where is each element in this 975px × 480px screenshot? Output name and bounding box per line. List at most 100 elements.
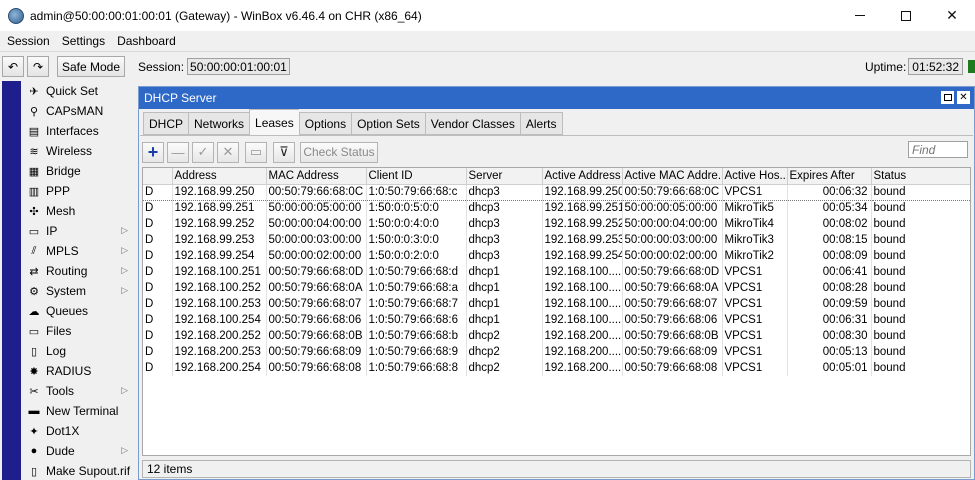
table-row[interactable]: D 192.168.100.251 00:50:79:66:68:0D 1:0:50:… (143, 264, 970, 280)
table-cell: D (143, 344, 173, 360)
sidebar-item-quick-set[interactable]: ✈ Quick Set (22, 81, 136, 101)
sidebar-item-queues[interactable]: ☁ Queues (22, 301, 136, 321)
sidebar-item-files[interactable]: ▭ Files (22, 321, 136, 341)
queues-icon: ☁ (28, 305, 40, 318)
table-row[interactable]: D 192.168.99.254 50:00:00:02:00:00 1:50:0:0… (143, 248, 970, 264)
table-cell: 00:05:13 (787, 344, 872, 360)
remove-lease-button[interactable]: — (167, 141, 189, 163)
disable-lease-button[interactable]: ✕ (217, 141, 239, 163)
column-header[interactable]: MAC Address (266, 168, 367, 185)
filter-button[interactable]: ⊽ (273, 141, 295, 163)
comment-button[interactable]: ▭ (245, 141, 267, 163)
table-cell: dhcp3 (466, 232, 543, 248)
tab-options[interactable]: Options (298, 112, 352, 135)
enable-lease-button[interactable]: ✓ (192, 141, 214, 163)
column-header[interactable]: Server (466, 168, 543, 185)
menu-session[interactable]: Session (0, 34, 56, 48)
sidebar-item-bridge[interactable]: ▦ Bridge (22, 161, 136, 181)
submenu-arrow-icon: ▷ (121, 385, 128, 395)
column-header[interactable] (143, 168, 173, 185)
safe-mode-button[interactable]: Safe Mode (57, 56, 125, 77)
table-row[interactable]: D 192.168.100.254 00:50:79:66:68:06 1:0:50:… (143, 312, 970, 328)
menu-dashboard[interactable]: Dashboard (111, 34, 182, 48)
tab-networks[interactable]: Networks (188, 112, 250, 135)
sidebar-item-system[interactable]: ⚙ System ▷ (22, 281, 136, 301)
table-row[interactable]: D 192.168.200.253 00:50:79:66:68:09 1:0:50:… (143, 344, 970, 360)
sidebar-item-capsman[interactable]: ⚲ CAPsMAN (22, 101, 136, 121)
add-lease-button[interactable]: + (142, 141, 164, 163)
table-cell: 00:50:79:66:68:0A (622, 280, 723, 296)
sidebar-item-interfaces[interactable]: ▤ Interfaces (22, 121, 136, 141)
column-header[interactable]: Expires After (787, 168, 872, 185)
dhcp-restore-button[interactable] (941, 91, 954, 104)
table-cell: 00:50:79:66:68:09 (266, 344, 367, 360)
table-cell: 192.168.100.251 (172, 264, 267, 280)
column-header[interactable]: Active MAC Addre... (622, 168, 723, 185)
tab-vendor-classes[interactable]: Vendor Classes (424, 112, 520, 135)
maximize-button[interactable] (883, 0, 929, 31)
routeros-strip-bar (2, 81, 21, 480)
sidebar-item-dot1x[interactable]: ✦ Dot1X (22, 421, 136, 441)
column-header[interactable]: Client ID (366, 168, 467, 185)
table-row[interactable]: D 192.168.200.254 00:50:79:66:68:08 1:0:50:… (143, 360, 970, 376)
sidebar-item-ip[interactable]: ▭ IP ▷ (22, 221, 136, 241)
table-cell: 00:50:79:66:68:08 (266, 360, 367, 376)
table-cell: dhcp1 (466, 296, 543, 312)
capsman-icon: ⚲ (29, 105, 39, 118)
dude-icon: ● (30, 445, 38, 457)
table-row[interactable]: D 192.168.99.250 00:50:79:66:68:0C 1:0:50:7… (143, 183, 970, 201)
tab-option-sets[interactable]: Option Sets (351, 112, 425, 135)
check-status-button[interactable]: Check Status (300, 141, 378, 163)
table-cell: 192.168.99.252 (172, 216, 267, 232)
table-cell: bound (871, 200, 970, 216)
column-header[interactable]: Active Address (542, 168, 623, 185)
tab-leases[interactable]: Leases (249, 109, 299, 135)
column-header[interactable]: Status (871, 168, 970, 185)
table-cell: 00:06:31 (787, 312, 872, 328)
sidebar-item-radius[interactable]: ✸ RADIUS (22, 361, 136, 381)
table-row[interactable]: D 192.168.99.251 50:00:00:05:00:00 1:50:0:0… (143, 200, 970, 216)
dhcp-close-button[interactable]: ✕ (957, 91, 970, 104)
table-row[interactable]: D 192.168.99.253 50:00:00:03:00:00 1:50:0:0… (143, 232, 970, 248)
sidebar-item-log[interactable]: ▯ Log (22, 341, 136, 361)
menu-bar: Session Settings Dashboard (0, 31, 975, 51)
table-cell: 1:50:0:0:5:0:0 (366, 200, 467, 216)
ppp-icon: ▥ (28, 185, 40, 198)
table-cell: 192.168.99.251 (542, 200, 623, 216)
find-input[interactable] (908, 141, 968, 158)
session-value: 50:00:00:01:00:01 (187, 58, 290, 75)
close-icon: ✕ (946, 7, 958, 23)
sidebar-item-mesh[interactable]: ✣ Mesh (22, 201, 136, 221)
tab-dhcp[interactable]: DHCP (143, 112, 189, 135)
sidebar-item-wireless[interactable]: ≋ Wireless (22, 141, 136, 161)
sidebar-item-label: Make Supout.rif (46, 464, 131, 478)
column-header[interactable]: Active Hos... (722, 168, 788, 185)
redo-button[interactable]: ↷ (27, 56, 49, 77)
tab-alerts[interactable]: Alerts (519, 112, 563, 135)
table-cell: 50:00:00:05:00:00 (266, 200, 367, 216)
sidebar-item-routing[interactable]: ⇄ Routing ▷ (22, 261, 136, 281)
table-cell: 192.168.99.250 (172, 183, 267, 201)
column-header[interactable]: Address (172, 168, 267, 185)
table-row[interactable]: D 192.168.99.252 50:00:00:04:00:00 1:50:0:0… (143, 216, 970, 232)
table-row[interactable]: D 192.168.100.252 00:50:79:66:68:0A 1:0:50:… (143, 280, 970, 296)
minimize-button[interactable] (837, 0, 883, 31)
filter-icon: ⊽ (279, 144, 289, 159)
close-button[interactable]: ✕ (929, 0, 975, 31)
sidebar-item-label: MPLS (46, 244, 79, 258)
sidebar-item-tools[interactable]: ✂ Tools ▷ (22, 381, 136, 401)
sidebar-item-ppp[interactable]: ▥ PPP (22, 181, 136, 201)
sidebar-item-make-supout-rif[interactable]: ▯ Make Supout.rif (22, 461, 136, 480)
menu-settings[interactable]: Settings (56, 34, 111, 48)
sidebar-item-dude[interactable]: ● Dude ▷ (22, 441, 136, 461)
table-cell: D (143, 183, 173, 201)
table-row[interactable]: D 192.168.100.253 00:50:79:66:68:07 1:0:50:… (143, 296, 970, 312)
sidebar-item-new-terminal[interactable]: ▬ New Terminal (22, 401, 136, 421)
table-cell: 192.168.99.254 (542, 248, 623, 264)
table-cell: 00:08:28 (787, 280, 872, 296)
table-row[interactable]: D 192.168.200.252 00:50:79:66:68:0B 1:0:50:… (143, 328, 970, 344)
sidebar-item-mpls[interactable]: ⫽ MPLS ▷ (22, 241, 136, 261)
table-cell: bound (871, 248, 970, 264)
table-cell: dhcp2 (466, 360, 543, 376)
undo-button[interactable]: ↶ (2, 56, 24, 77)
